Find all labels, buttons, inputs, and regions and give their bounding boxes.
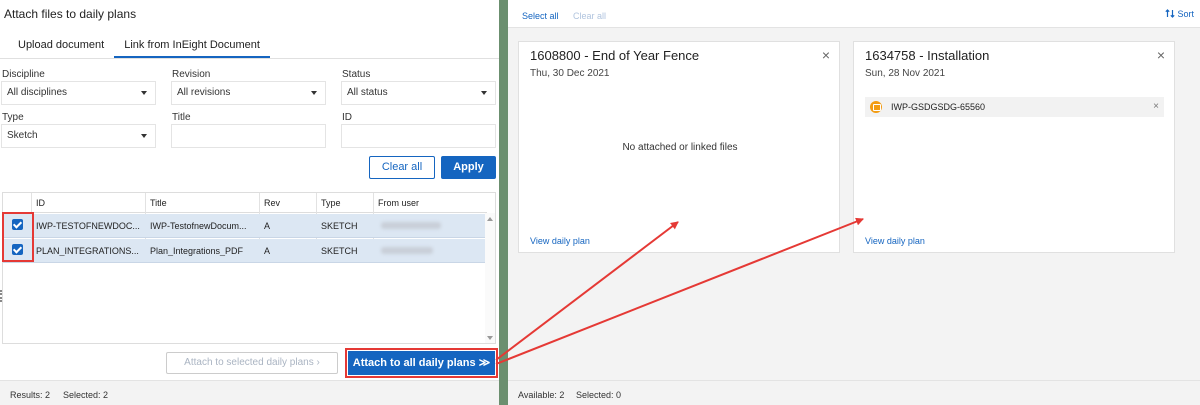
row-rev: A [264, 221, 271, 231]
tab-divider [0, 58, 499, 59]
row-title: Plan_Integrations_PDF [150, 246, 244, 256]
daily-plans-toolbar: Select all Clear all Sort [508, 0, 1200, 28]
sort-button[interactable]: Sort [1165, 9, 1194, 19]
table-row[interactable]: PLAN_INTEGRATIONS... Plan_Integrations_P… [3, 239, 487, 263]
chevron-down-icon [481, 91, 487, 95]
type-value: Sketch [7, 130, 38, 141]
empty-files-message: No attached or linked files [622, 142, 738, 153]
attach-to-selected-button[interactable]: Attach to selected daily plans › [166, 352, 338, 374]
column-header-title[interactable]: Title [150, 198, 167, 208]
discipline-select[interactable]: All disciplines [1, 81, 156, 105]
source-tabs: Upload document Link from InEight Docume… [8, 38, 270, 58]
scroll-up-icon[interactable] [487, 217, 493, 221]
type-label: Type [2, 112, 24, 123]
type-select[interactable]: Sketch [1, 124, 156, 148]
card-date: Sun, 28 Nov 2021 [865, 68, 946, 79]
remove-file-icon[interactable]: × [1153, 101, 1159, 112]
close-icon[interactable]: × [822, 48, 830, 62]
tab-upload-document[interactable]: Upload document [8, 38, 114, 58]
selected-count: Selected: 2 [63, 390, 109, 400]
id-input[interactable] [341, 124, 496, 148]
card-title: 1608800 - End of Year Fence [530, 48, 700, 63]
status-label: Status [342, 69, 371, 80]
resize-grip-icon[interactable] [0, 290, 2, 302]
results-count: Results: 2 [10, 390, 51, 400]
grid-scrollbar[interactable] [485, 213, 495, 343]
attach-to-all-button[interactable]: Attach to all daily plans ≫ [345, 348, 498, 378]
document-grid: ID Title Rev Type From user IWP-TESTOFNE… [2, 192, 496, 344]
document-icon [870, 101, 882, 113]
attached-file-item: IWP-GSDGSDG-65560 × [865, 97, 1164, 117]
checkbox-highlight [2, 212, 34, 262]
row-type: SKETCH [321, 221, 358, 231]
revision-label: Revision [172, 69, 211, 80]
row-rev: A [264, 246, 271, 256]
select-all-link[interactable]: Select all [522, 11, 559, 21]
chevron-down-icon [141, 134, 147, 138]
daily-plan-card[interactable]: 1634758 - Installation Sun, 28 Nov 2021 … [853, 41, 1175, 253]
available-count: Available: 2 [518, 390, 565, 400]
revision-value: All revisions [177, 87, 231, 98]
title-input[interactable] [171, 124, 326, 148]
sort-label: Sort [1177, 9, 1194, 19]
discipline-label: Discipline [2, 69, 45, 80]
grid-header: ID Title Rev Type From user [3, 193, 487, 213]
daily-plans-panel: Select all Clear all Sort 1608800 - End … [508, 0, 1200, 405]
title-label: Title [172, 112, 191, 123]
redacted-user [381, 222, 441, 229]
panel-divider[interactable] [499, 0, 508, 405]
column-header-id[interactable]: ID [36, 198, 45, 208]
row-id: PLAN_INTEGRATIONS... [36, 246, 139, 256]
close-icon[interactable]: × [1157, 48, 1165, 62]
table-row[interactable]: IWP-TESTOFNEWDOC... IWP-TestofnewDocum..… [3, 214, 487, 238]
status-value: All status [347, 87, 388, 98]
row-title: IWP-TestofnewDocum... [150, 221, 247, 231]
chevron-down-icon [141, 91, 147, 95]
card-title: 1634758 - Installation [865, 48, 990, 63]
chevron-down-icon [311, 91, 317, 95]
sort-arrows-icon [1165, 9, 1175, 18]
panel-title: Attach files to daily plans [4, 7, 137, 21]
discipline-value: All disciplines [7, 87, 68, 98]
column-header-from-user[interactable]: From user [378, 198, 419, 208]
selected-count: Selected: 0 [576, 390, 622, 400]
scroll-down-icon[interactable] [487, 336, 493, 340]
clear-all-button[interactable]: Clear all [369, 156, 435, 179]
redacted-user [381, 247, 433, 254]
revision-select[interactable]: All revisions [171, 81, 326, 105]
right-status-bar: Available: 2 Selected: 0 [508, 380, 1200, 405]
left-status-bar: Results: 2 Selected: 2 [0, 380, 499, 405]
apply-button[interactable]: Apply [441, 156, 496, 179]
column-header-type[interactable]: Type [321, 198, 341, 208]
card-date: Thu, 30 Dec 2021 [530, 68, 610, 79]
id-label: ID [342, 112, 352, 123]
clear-all-link[interactable]: Clear all [573, 11, 606, 21]
view-daily-plan-link[interactable]: View daily plan [530, 236, 590, 246]
row-type: SKETCH [321, 246, 358, 256]
column-header-rev[interactable]: Rev [264, 198, 280, 208]
attach-files-panel: Attach files to daily plans Upload docum… [0, 0, 499, 405]
attached-file-name: IWP-GSDGSDG-65560 [891, 102, 986, 112]
daily-plan-card[interactable]: 1608800 - End of Year Fence Thu, 30 Dec … [518, 41, 840, 253]
tab-link-from-ineight-document[interactable]: Link from InEight Document [114, 38, 270, 58]
view-daily-plan-link[interactable]: View daily plan [865, 236, 925, 246]
status-select[interactable]: All status [341, 81, 496, 105]
row-id: IWP-TESTOFNEWDOC... [36, 221, 140, 231]
